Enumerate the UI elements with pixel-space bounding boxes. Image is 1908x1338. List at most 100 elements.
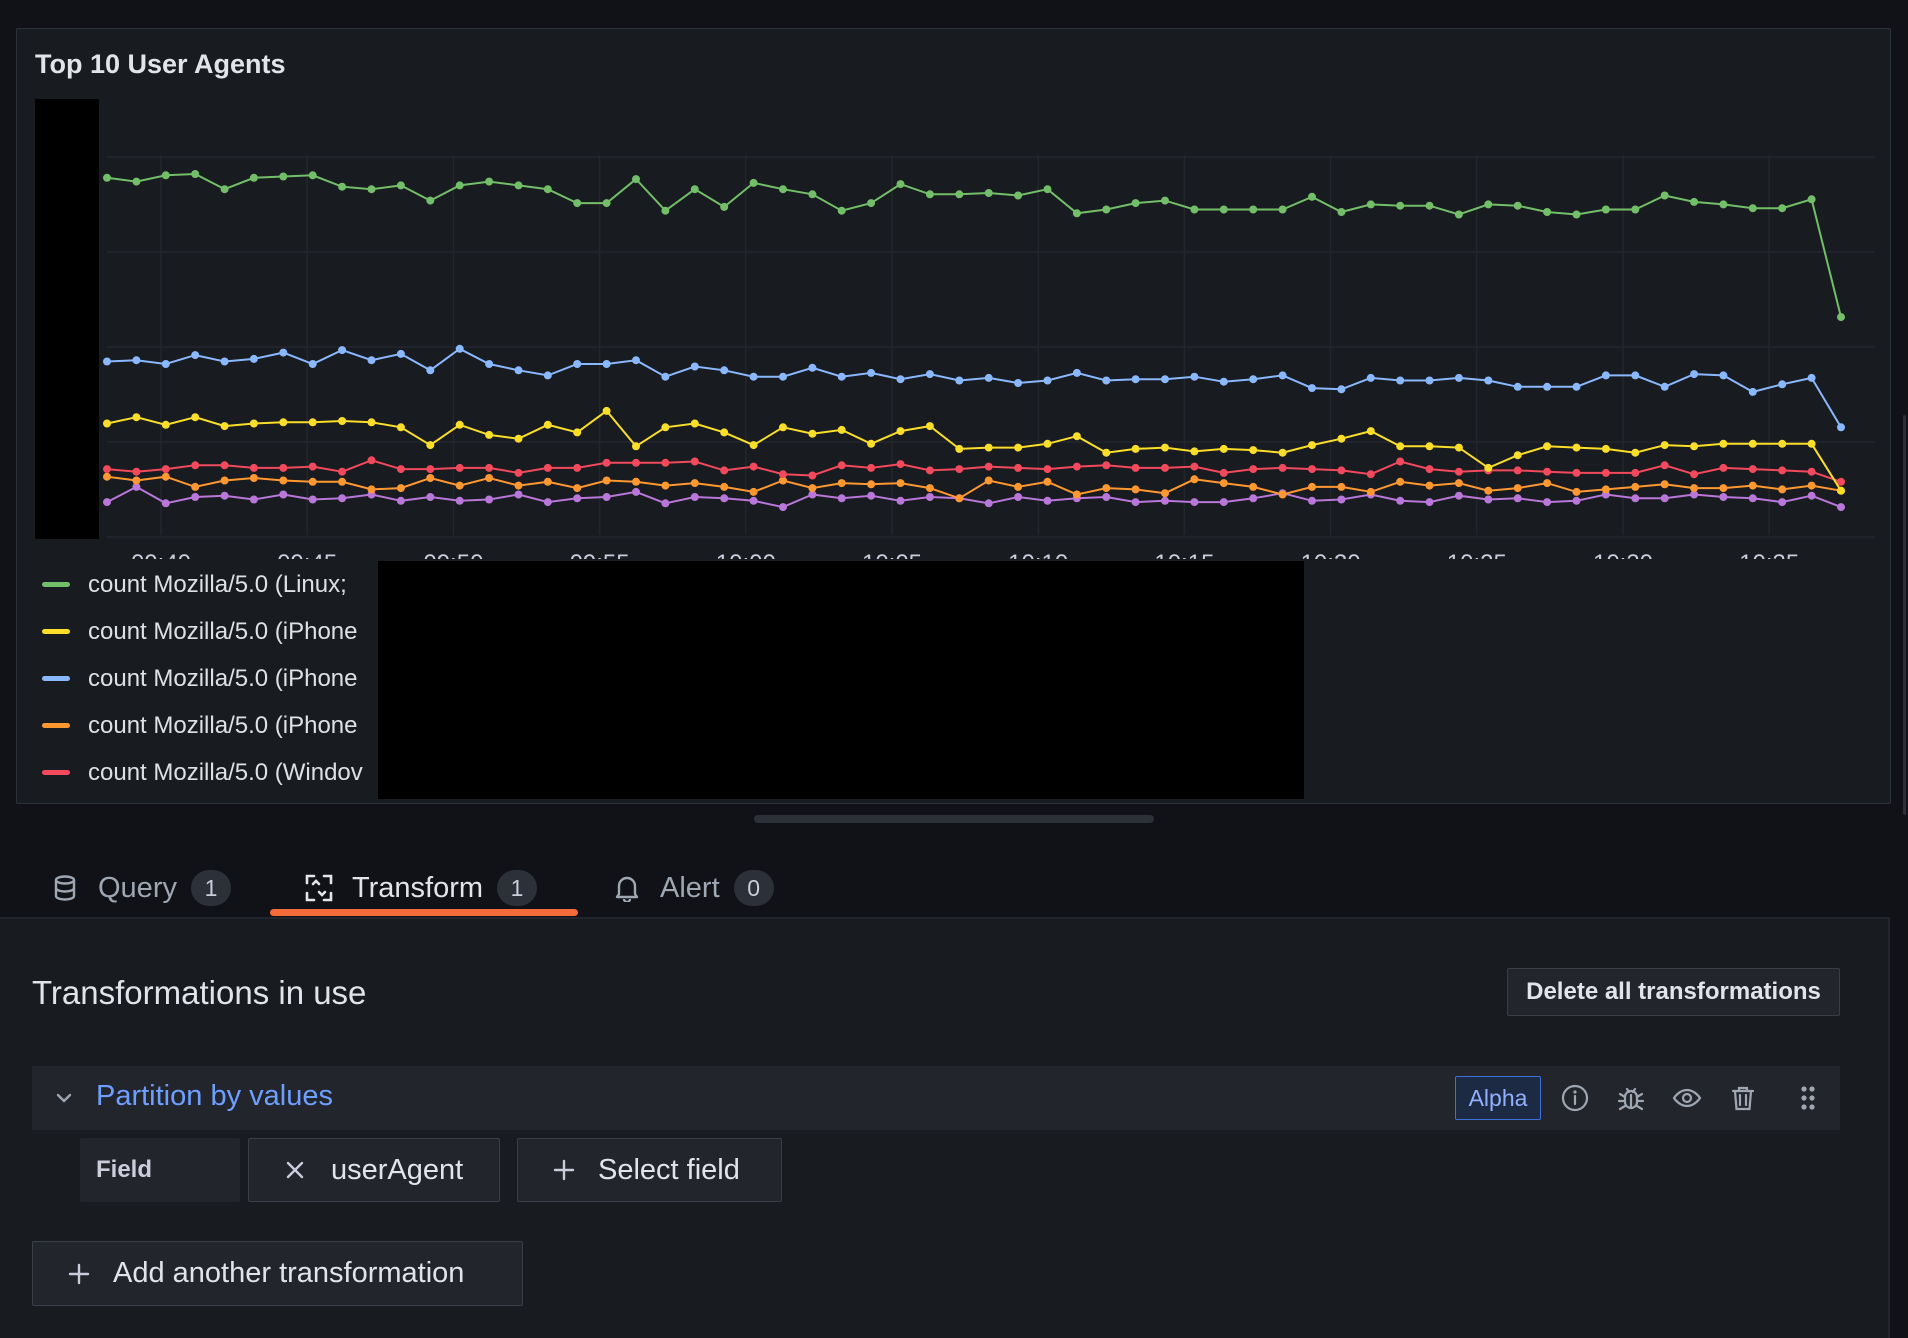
data-point[interactable] bbox=[455, 481, 464, 490]
data-point[interactable] bbox=[455, 344, 464, 353]
data-point[interactable] bbox=[749, 496, 758, 505]
data-point[interactable] bbox=[485, 495, 494, 504]
data-point[interactable] bbox=[1219, 468, 1228, 477]
data-point[interactable] bbox=[1660, 191, 1669, 200]
data-point[interactable] bbox=[867, 480, 876, 489]
bug-icon[interactable] bbox=[1615, 1082, 1647, 1114]
data-point[interactable] bbox=[779, 503, 787, 512]
data-point[interactable] bbox=[661, 499, 670, 508]
data-point[interactable] bbox=[1102, 205, 1111, 214]
data-point[interactable] bbox=[1513, 494, 1522, 503]
data-point[interactable] bbox=[1425, 465, 1434, 474]
data-point[interactable] bbox=[1131, 485, 1140, 494]
data-point[interactable] bbox=[308, 418, 317, 427]
data-point[interactable] bbox=[338, 477, 347, 486]
data-point[interactable] bbox=[808, 471, 817, 480]
data-point[interactable] bbox=[1014, 379, 1023, 387]
data-point[interactable] bbox=[925, 370, 934, 379]
data-point[interactable] bbox=[984, 189, 993, 197]
data-point[interactable] bbox=[426, 196, 435, 205]
data-point[interactable] bbox=[1601, 485, 1610, 494]
data-point[interactable] bbox=[308, 171, 317, 180]
data-point[interactable] bbox=[1484, 376, 1493, 385]
data-point[interactable] bbox=[1690, 442, 1699, 451]
data-point[interactable] bbox=[161, 472, 170, 481]
data-point[interactable] bbox=[308, 462, 317, 471]
data-point[interactable] bbox=[1161, 443, 1169, 452]
data-point[interactable] bbox=[1513, 451, 1522, 460]
data-point[interactable] bbox=[720, 482, 729, 491]
data-point[interactable] bbox=[1660, 461, 1669, 470]
trash-icon[interactable] bbox=[1727, 1082, 1759, 1114]
data-point[interactable] bbox=[132, 476, 141, 485]
data-point[interactable] bbox=[837, 479, 846, 488]
data-point[interactable] bbox=[367, 356, 376, 365]
data-point[interactable] bbox=[690, 457, 699, 466]
data-point[interactable] bbox=[1072, 462, 1081, 471]
data-point[interactable] bbox=[132, 177, 141, 186]
data-point[interactable] bbox=[779, 372, 787, 381]
data-point[interactable] bbox=[1161, 196, 1169, 205]
data-point[interactable] bbox=[220, 491, 229, 500]
data-point[interactable] bbox=[1161, 496, 1169, 505]
data-point[interactable] bbox=[1454, 467, 1463, 476]
data-point[interactable] bbox=[1072, 368, 1081, 377]
data-point[interactable] bbox=[191, 413, 200, 422]
data-point[interactable] bbox=[514, 468, 523, 477]
data-point[interactable] bbox=[1396, 442, 1405, 451]
data-point[interactable] bbox=[1690, 470, 1699, 479]
data-point[interactable] bbox=[779, 185, 787, 194]
data-point[interactable] bbox=[1719, 200, 1728, 209]
data-point[interactable] bbox=[632, 175, 640, 184]
data-point[interactable] bbox=[602, 360, 611, 368]
data-point[interactable] bbox=[1807, 467, 1816, 476]
data-point[interactable] bbox=[1631, 468, 1640, 477]
data-point[interactable] bbox=[396, 465, 405, 474]
data-point[interactable] bbox=[896, 460, 905, 469]
data-point[interactable] bbox=[1690, 484, 1699, 493]
data-point[interactable] bbox=[837, 494, 846, 503]
data-point[interactable] bbox=[896, 427, 905, 436]
data-point[interactable] bbox=[749, 441, 758, 450]
data-point[interactable] bbox=[132, 356, 141, 365]
data-point[interactable] bbox=[1778, 466, 1787, 475]
data-point[interactable] bbox=[514, 490, 523, 499]
data-point[interactable] bbox=[367, 456, 376, 465]
data-point[interactable] bbox=[1219, 444, 1228, 453]
data-point[interactable] bbox=[1249, 465, 1258, 474]
data-point[interactable] bbox=[543, 498, 552, 507]
data-point[interactable] bbox=[1043, 496, 1052, 505]
data-point[interactable] bbox=[1748, 481, 1757, 490]
data-point[interactable] bbox=[514, 366, 523, 375]
legend-item[interactable]: count Mozilla/5.0 (iPhone bbox=[42, 702, 363, 749]
data-point[interactable] bbox=[1366, 487, 1375, 496]
data-point[interactable] bbox=[808, 363, 817, 372]
data-point[interactable] bbox=[573, 494, 582, 503]
data-point[interactable] bbox=[1543, 442, 1552, 451]
data-point[interactable] bbox=[249, 173, 258, 182]
data-point[interactable] bbox=[1807, 373, 1816, 382]
data-point[interactable] bbox=[690, 419, 699, 428]
data-point[interactable] bbox=[749, 178, 758, 187]
data-point[interactable] bbox=[867, 439, 876, 448]
data-point[interactable] bbox=[749, 462, 758, 471]
data-point[interactable] bbox=[1601, 205, 1610, 214]
data-point[interactable] bbox=[132, 467, 141, 476]
data-point[interactable] bbox=[1837, 313, 1845, 322]
data-point[interactable] bbox=[191, 461, 200, 470]
data-point[interactable] bbox=[661, 206, 670, 215]
data-point[interactable] bbox=[749, 487, 758, 496]
data-point[interactable] bbox=[690, 362, 699, 371]
data-point[interactable] bbox=[514, 434, 523, 443]
data-point[interactable] bbox=[1484, 463, 1493, 472]
data-point[interactable] bbox=[279, 463, 288, 472]
data-point[interactable] bbox=[543, 420, 552, 429]
data-point[interactable] bbox=[720, 366, 729, 375]
data-point[interactable] bbox=[1837, 423, 1845, 432]
data-point[interactable] bbox=[1572, 496, 1581, 505]
data-point[interactable] bbox=[543, 371, 552, 380]
data-point[interactable] bbox=[1807, 439, 1816, 448]
data-point[interactable] bbox=[1102, 493, 1111, 501]
data-point[interactable] bbox=[1601, 371, 1610, 380]
data-point[interactable] bbox=[396, 496, 405, 505]
